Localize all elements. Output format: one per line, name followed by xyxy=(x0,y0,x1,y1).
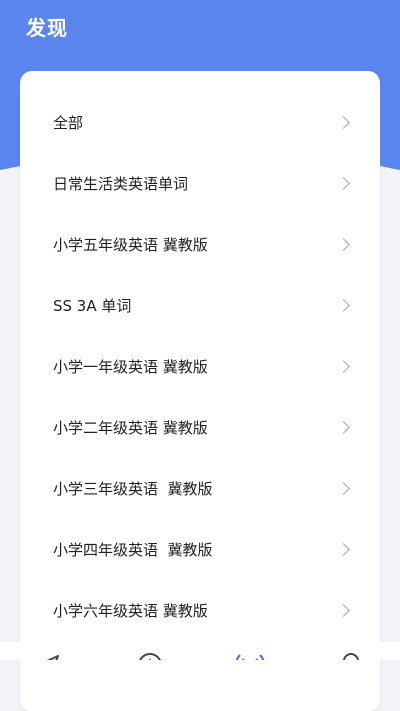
broadcast-icon xyxy=(235,654,265,660)
category-item-grade2[interactable]: 小学二年级英语 冀教版 xyxy=(20,397,380,458)
chevron-right-icon xyxy=(337,603,350,617)
chevron-right-icon xyxy=(337,420,350,434)
bottom-nav xyxy=(0,642,400,660)
chevron-right-icon xyxy=(337,359,350,373)
nav-item-broadcast[interactable] xyxy=(235,650,265,660)
chevron-right-icon xyxy=(337,237,350,251)
nav-item-send[interactable] xyxy=(32,650,62,660)
category-label: 日常生活类英语单词 xyxy=(53,174,189,193)
chevron-right-icon xyxy=(337,542,350,556)
category-item-grade6[interactable]: 小学六年级英语 冀教版 xyxy=(20,580,380,641)
category-item-all[interactable]: 全部 xyxy=(20,92,380,153)
nav-item-profile[interactable] xyxy=(336,650,366,660)
category-label: SS 3A 单词 xyxy=(53,296,132,315)
category-label: 小学五年级英语 冀教版 xyxy=(53,235,208,254)
chevron-right-icon xyxy=(337,481,350,495)
category-item-grade5[interactable]: 小学五年级英语 冀教版 xyxy=(20,214,380,275)
chevron-right-icon xyxy=(337,115,350,129)
category-label: 小学三年级英语 冀教版 xyxy=(53,479,213,498)
profile-icon xyxy=(343,653,359,660)
category-list: 全部 日常生活类英语单词 小学五年级英语 冀教版 SS 3A 单词 小学一年级英… xyxy=(20,71,380,641)
page-title: 发现 xyxy=(26,16,68,40)
category-label: 小学二年级英语 冀教版 xyxy=(53,418,208,437)
category-item-daily-life[interactable]: 日常生活类英语单词 xyxy=(20,153,380,214)
chevron-right-icon xyxy=(337,176,350,190)
category-item-grade1[interactable]: 小学一年级英语 冀教版 xyxy=(20,336,380,397)
paper-plane-icon xyxy=(46,655,59,660)
category-label: 小学一年级英语 冀教版 xyxy=(53,357,208,376)
compass-icon xyxy=(139,653,161,660)
category-item-grade3[interactable]: 小学三年级英语 冀教版 xyxy=(20,458,380,519)
category-item-ss3a[interactable]: SS 3A 单词 xyxy=(20,275,380,336)
category-item-grade4[interactable]: 小学四年级英语 冀教版 xyxy=(20,519,380,580)
category-card: 全部 日常生活类英语单词 小学五年级英语 冀教版 SS 3A 单词 小学一年级英… xyxy=(20,71,380,711)
chevron-right-icon xyxy=(337,298,350,312)
category-label: 小学六年级英语 冀教版 xyxy=(53,601,208,620)
nav-item-discover[interactable] xyxy=(135,650,165,660)
category-label: 小学四年级英语 冀教版 xyxy=(53,540,213,559)
category-label: 全部 xyxy=(53,113,84,132)
